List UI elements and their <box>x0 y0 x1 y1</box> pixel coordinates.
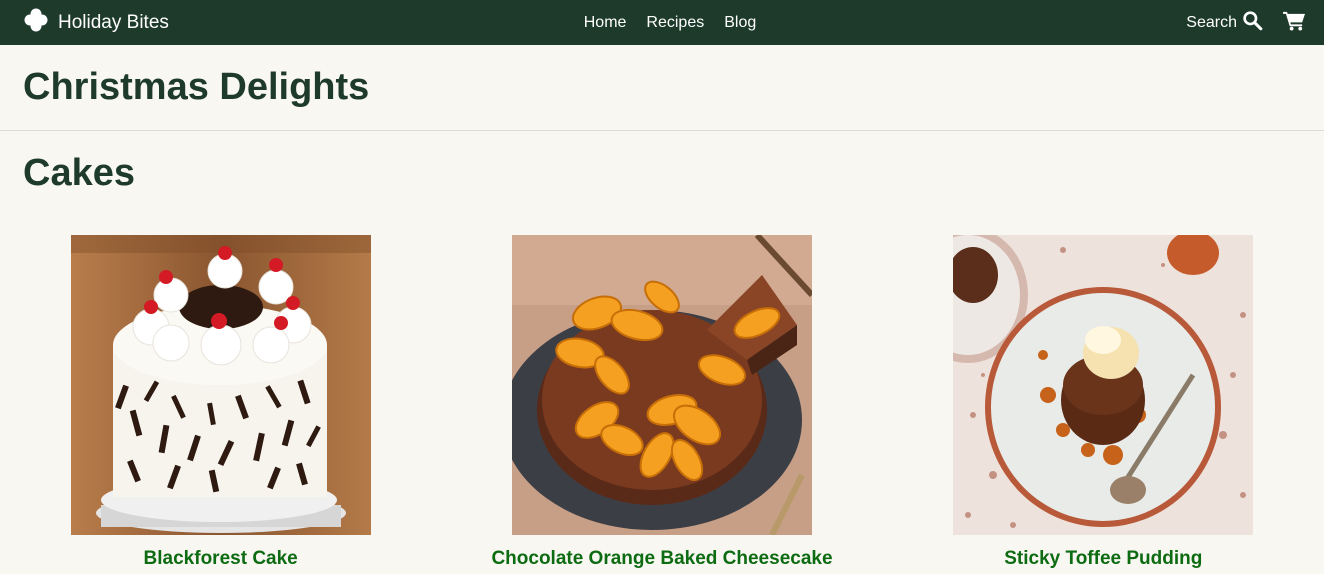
page-title: Christmas Delights <box>23 66 370 108</box>
chocolate-orange-cheesecake-image[interactable] <box>511 235 812 535</box>
recipe-title[interactable]: Sticky Toffee Pudding <box>1004 548 1202 570</box>
recipe-title[interactable]: Blackforest Cake <box>144 548 298 570</box>
brand-name: Holiday Bites <box>58 11 169 33</box>
top-navbar: Holiday Bites Home Recipes Blog Search <box>0 0 1324 45</box>
nav-home-link[interactable]: Home <box>584 14 627 32</box>
cart-icon <box>1283 10 1306 36</box>
page-header: Christmas Delights <box>0 45 1324 131</box>
search-label: Search <box>1186 13 1237 31</box>
section-title: Cakes <box>23 152 135 194</box>
main-nav: Home Recipes Blog <box>0 0 1324 45</box>
nav-actions: Search <box>1186 10 1306 36</box>
cart-button[interactable] <box>1283 10 1306 36</box>
nav-blog-link[interactable]: Blog <box>724 14 756 32</box>
search-button[interactable]: Search <box>1186 10 1263 36</box>
recipe-card[interactable]: Blackforest Cake <box>0 235 441 570</box>
brand-link[interactable]: Holiday Bites <box>22 6 169 39</box>
search-icon <box>1237 10 1263 36</box>
recipe-card[interactable]: Sticky Toffee Pudding <box>883 235 1324 570</box>
sticky-toffee-pudding-image[interactable] <box>953 235 1254 535</box>
recipe-grid: Blackforest Cake Chocolate Orange Baked … <box>0 235 1324 570</box>
recipe-title[interactable]: Chocolate Orange Baked Cheesecake <box>491 548 832 570</box>
blackforest-cake-image[interactable] <box>70 235 371 535</box>
recipe-card[interactable]: Chocolate Orange Baked Cheesecake <box>441 235 882 570</box>
nav-recipes-link[interactable]: Recipes <box>646 14 704 32</box>
clover-icon <box>22 6 50 39</box>
